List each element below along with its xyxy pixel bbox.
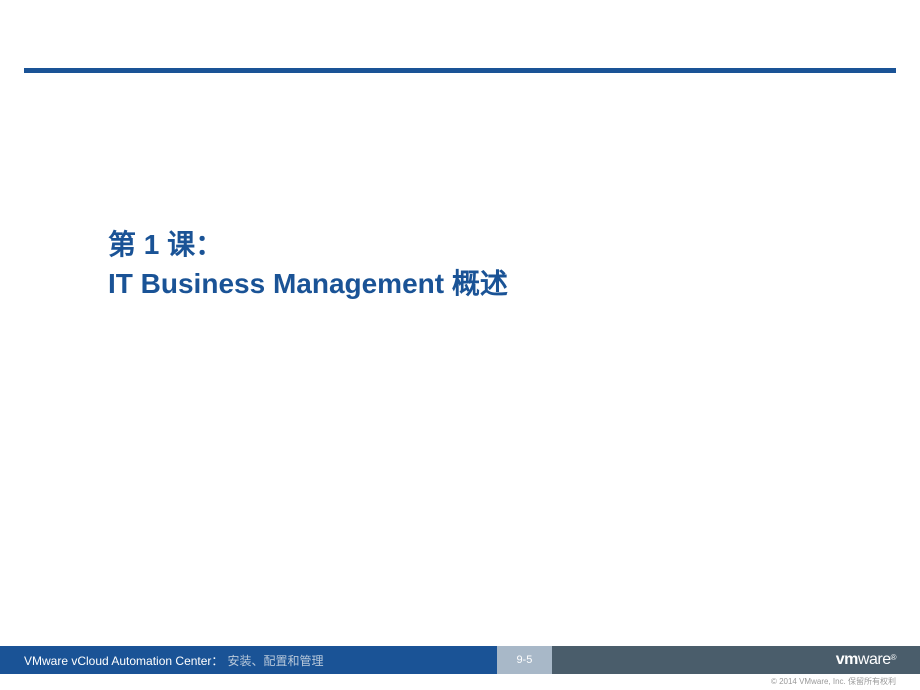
vmware-logo: vmware®	[836, 651, 896, 669]
title-line-2: IT Business Management 概述	[108, 264, 860, 303]
page-number: 9-5	[516, 654, 532, 666]
footer-logo-section: vmware®	[552, 646, 920, 674]
logo-vm: vm	[836, 651, 858, 668]
title-line-1: 第 1 课：	[108, 225, 860, 264]
course-suffix: 安装、配置和管理	[227, 652, 323, 669]
course-name: VMware vCloud Automation Center：	[24, 652, 223, 669]
logo-reg: ®	[891, 653, 896, 662]
header-divider	[24, 68, 896, 73]
logo-ware: ware	[858, 651, 891, 668]
copyright-text: © 2014 VMware, Inc. 保留所有权利	[771, 676, 896, 687]
footer-page-number: 9-5	[497, 646, 552, 674]
footer-bar: VMware vCloud Automation Center： 安装、配置和管…	[0, 646, 920, 674]
slide-title-block: 第 1 课： IT Business Management 概述	[108, 225, 860, 303]
footer-course-title: VMware vCloud Automation Center： 安装、配置和管…	[0, 646, 497, 674]
